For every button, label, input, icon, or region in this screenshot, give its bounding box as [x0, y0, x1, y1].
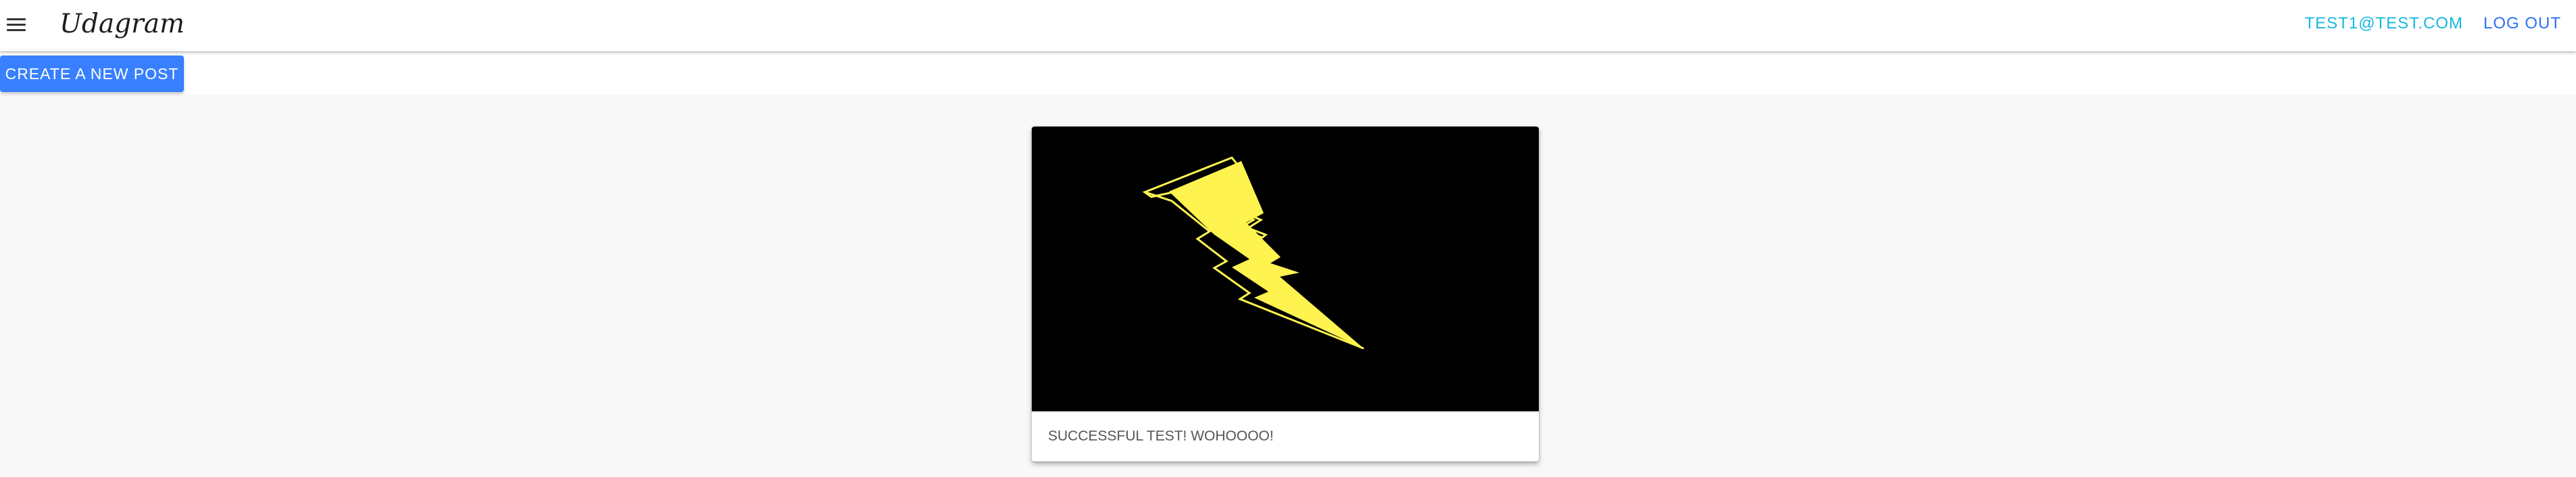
feed-content: SUCCESSFUL TEST! WOHOOOO! [0, 95, 2576, 477]
app-title: Udagram [59, 9, 185, 39]
account-links: TEST1@TEST.COM LOG OUT [2305, 0, 2561, 47]
logout-button[interactable]: LOG OUT [2483, 14, 2561, 33]
lightning-bolt-image [1032, 127, 1539, 411]
bolt-shape [1169, 161, 1364, 348]
top-toolbar: Udagram TEST1@TEST.COM LOG OUT [0, 0, 2576, 51]
create-post-bar: CREATE A NEW POST [0, 51, 2576, 95]
post-caption: SUCCESSFUL TEST! WOHOOOO! [1048, 428, 1274, 444]
lightning-bolt-graphic [1142, 156, 1364, 350]
menu-icon [7, 18, 26, 31]
user-email-link[interactable]: TEST1@TEST.COM [2305, 14, 2463, 33]
menu-button[interactable] [0, 8, 32, 41]
post-card: SUCCESSFUL TEST! WOHOOOO! [1032, 127, 1539, 461]
create-post-button[interactable]: CREATE A NEW POST [0, 55, 184, 92]
